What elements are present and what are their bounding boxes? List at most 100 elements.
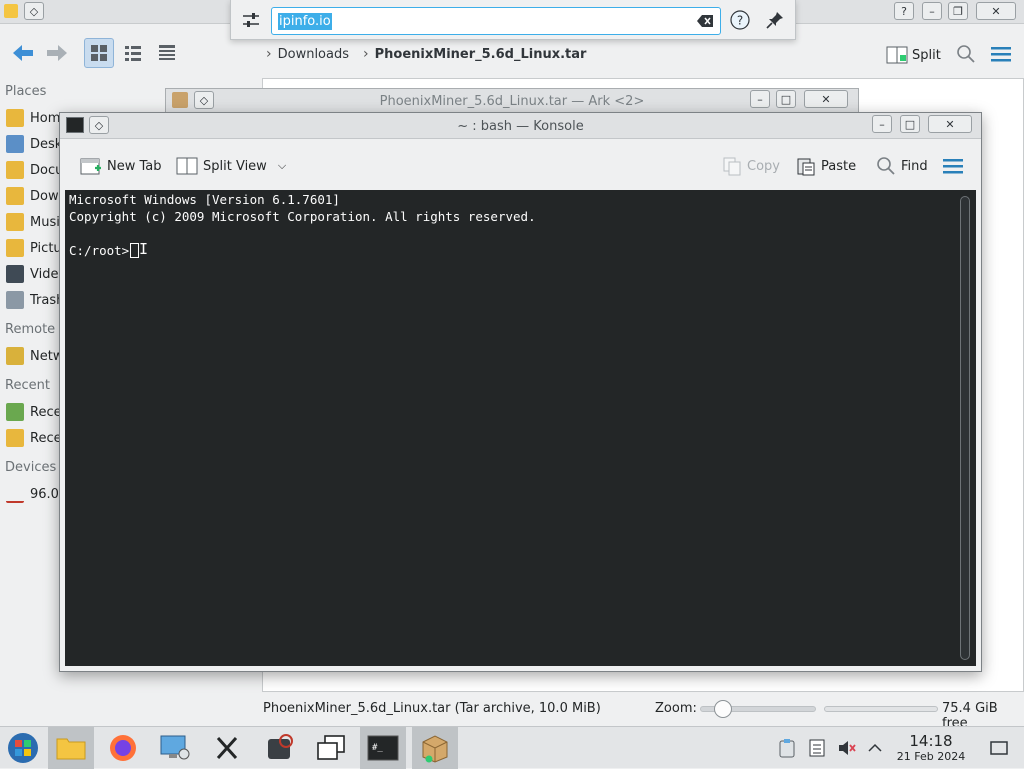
terminal-line: Copyright (c) 2009 Microsoft Corporation… bbox=[69, 209, 536, 224]
ark-titlebar: ◇ PhoenixMiner_5.6d_Linux.tar — Ark <2> … bbox=[166, 89, 858, 113]
forward-button[interactable] bbox=[42, 38, 72, 68]
filter-settings-icon[interactable] bbox=[241, 10, 261, 30]
details-view-button[interactable] bbox=[152, 38, 182, 68]
notes-tray-icon[interactable] bbox=[806, 737, 828, 759]
split-view-button[interactable]: Split View ⌵ bbox=[176, 155, 286, 177]
paste-icon bbox=[797, 158, 815, 176]
split-button[interactable]: Split bbox=[886, 42, 941, 68]
home-folder-icon bbox=[6, 109, 24, 127]
hamburger-menu-icon[interactable] bbox=[990, 45, 1012, 63]
konsole-close-button[interactable]: ✕ bbox=[928, 115, 972, 133]
taskbar-disk-app[interactable] bbox=[256, 727, 302, 769]
split-view-icon bbox=[176, 157, 198, 175]
maximize-button[interactable]: ❐ bbox=[948, 2, 968, 20]
zoom-slider-handle[interactable] bbox=[714, 700, 733, 718]
chevron-right-icon: › bbox=[266, 46, 272, 62]
place-music[interactable]: Music bbox=[6, 213, 62, 231]
place-downloads[interactable]: Downloads bbox=[6, 187, 62, 205]
new-tab-button[interactable]: New Tab bbox=[80, 155, 162, 177]
list-view-icon bbox=[125, 46, 141, 61]
minimize-button[interactable]: – bbox=[922, 2, 942, 20]
search-input[interactable]: ipinfo.io bbox=[271, 7, 721, 35]
documents-folder-icon bbox=[6, 161, 24, 179]
places-header: Places bbox=[5, 84, 47, 99]
free-space-bar bbox=[824, 706, 938, 712]
windows-overview-icon bbox=[317, 735, 345, 760]
ark-minimize-button[interactable]: – bbox=[750, 90, 770, 108]
search-input-value: ipinfo.io bbox=[278, 13, 332, 30]
chevron-up-icon[interactable] bbox=[864, 737, 886, 759]
clock-date: 21 Feb 2024 bbox=[896, 750, 966, 763]
place-pictures[interactable]: Pictures bbox=[6, 239, 62, 257]
pictures-folder-icon bbox=[6, 239, 24, 257]
place-recent-locations[interactable]: Recent Locations bbox=[6, 429, 62, 447]
konsole-titlebar: ◇ ~ : bash — Konsole – □ ✕ bbox=[60, 113, 981, 139]
place-videos[interactable]: Videos bbox=[6, 265, 62, 283]
breadcrumb-downloads[interactable]: Downloads bbox=[278, 47, 349, 62]
ibeam-cursor-icon: I bbox=[139, 240, 149, 258]
find-button[interactable]: Find bbox=[876, 155, 928, 177]
clipboard-tray-icon[interactable] bbox=[776, 737, 798, 759]
close-button[interactable]: ✕ bbox=[976, 2, 1016, 20]
terminal-line: Microsoft Windows [Version 6.1.7601] bbox=[69, 192, 340, 207]
disk-utility-icon bbox=[268, 734, 293, 759]
desktop-folder-icon bbox=[6, 135, 24, 153]
start-menu-button[interactable] bbox=[0, 727, 46, 769]
taskbar-window-switcher[interactable] bbox=[308, 727, 354, 769]
pin-icon[interactable] bbox=[765, 10, 785, 30]
konsole-maximize-button[interactable]: □ bbox=[900, 115, 920, 133]
konsole-window: ◇ ~ : bash — Konsole – □ ✕ New Tab Split… bbox=[59, 112, 982, 672]
help-icon[interactable]: ? bbox=[729, 9, 751, 31]
find-label: Find bbox=[901, 158, 928, 174]
place-trash[interactable]: Trash bbox=[6, 291, 62, 309]
clear-text-icon[interactable] bbox=[696, 13, 714, 29]
terminal-scrollbar[interactable] bbox=[960, 196, 970, 660]
taskbar-konsole[interactable]: #_ bbox=[360, 727, 406, 769]
konsole-minimize-button[interactable]: – bbox=[872, 115, 892, 133]
back-button[interactable] bbox=[8, 38, 38, 68]
place-recent-files[interactable]: Recent Files bbox=[6, 403, 62, 421]
device-hard-drive[interactable]: 96.0 GiB Hard Drive bbox=[6, 485, 62, 503]
trash-icon bbox=[6, 291, 24, 309]
place-desktop[interactable]: Desktop bbox=[6, 135, 62, 153]
clock[interactable]: 14:18 21 Feb 2024 bbox=[886, 732, 976, 763]
icons-view-button[interactable] bbox=[84, 38, 114, 68]
text-cursor bbox=[130, 243, 140, 258]
place-documents[interactable]: Documents bbox=[6, 161, 62, 179]
copy-button[interactable]: Copy bbox=[722, 155, 780, 177]
taskbar-firefox[interactable] bbox=[100, 727, 146, 769]
taskbar-x-app[interactable] bbox=[204, 727, 250, 769]
ark-maximize-button[interactable]: □ bbox=[776, 90, 796, 108]
konsole-toolbar: New Tab Split View ⌵ Copy Paste Find bbox=[60, 140, 981, 190]
arrow-left-icon bbox=[13, 45, 33, 61]
show-desktop-icon[interactable] bbox=[988, 737, 1010, 759]
split-view-label: Split View bbox=[203, 158, 267, 174]
paste-button[interactable]: Paste bbox=[796, 155, 856, 177]
place-network[interactable]: Network bbox=[6, 347, 62, 365]
split-label: Split bbox=[912, 47, 941, 63]
terminal-area[interactable]: Microsoft Windows [Version 6.1.7601] Cop… bbox=[65, 190, 976, 666]
status-bar: PhoenixMiner_5.6d_Linux.tar (Tar archive… bbox=[262, 698, 1024, 731]
breadcrumb: › Downloads › PhoenixMiner_5.6d_Linux.ta… bbox=[266, 44, 586, 64]
copy-label: Copy bbox=[747, 158, 780, 174]
konsole-title: ~ : bash — Konsole bbox=[457, 119, 584, 134]
ark-close-button[interactable]: ✕ bbox=[804, 90, 848, 108]
recent-locations-icon bbox=[6, 429, 24, 447]
taskbar-system-settings[interactable] bbox=[152, 727, 198, 769]
volume-muted-icon[interactable] bbox=[836, 737, 858, 759]
help-button[interactable]: ? bbox=[894, 2, 914, 20]
taskbar-dolphin[interactable] bbox=[48, 727, 94, 769]
compact-view-button[interactable] bbox=[118, 38, 148, 68]
terminal-icon: #_ bbox=[367, 735, 399, 761]
terminal-prompt: C:/root> bbox=[69, 243, 130, 258]
zoom-label: Zoom: bbox=[655, 701, 697, 716]
system-settings-icon bbox=[160, 735, 190, 760]
firefox-icon bbox=[110, 735, 136, 761]
remote-header: Remote bbox=[5, 322, 56, 337]
breadcrumb-current[interactable]: PhoenixMiner_5.6d_Linux.tar bbox=[375, 47, 587, 62]
search-icon[interactable] bbox=[956, 44, 976, 64]
taskbar-ark[interactable] bbox=[412, 727, 458, 769]
hamburger-menu-icon[interactable] bbox=[942, 157, 964, 175]
place-home[interactable]: Home bbox=[6, 109, 62, 127]
window-menu-button[interactable]: ◇ bbox=[24, 2, 44, 20]
